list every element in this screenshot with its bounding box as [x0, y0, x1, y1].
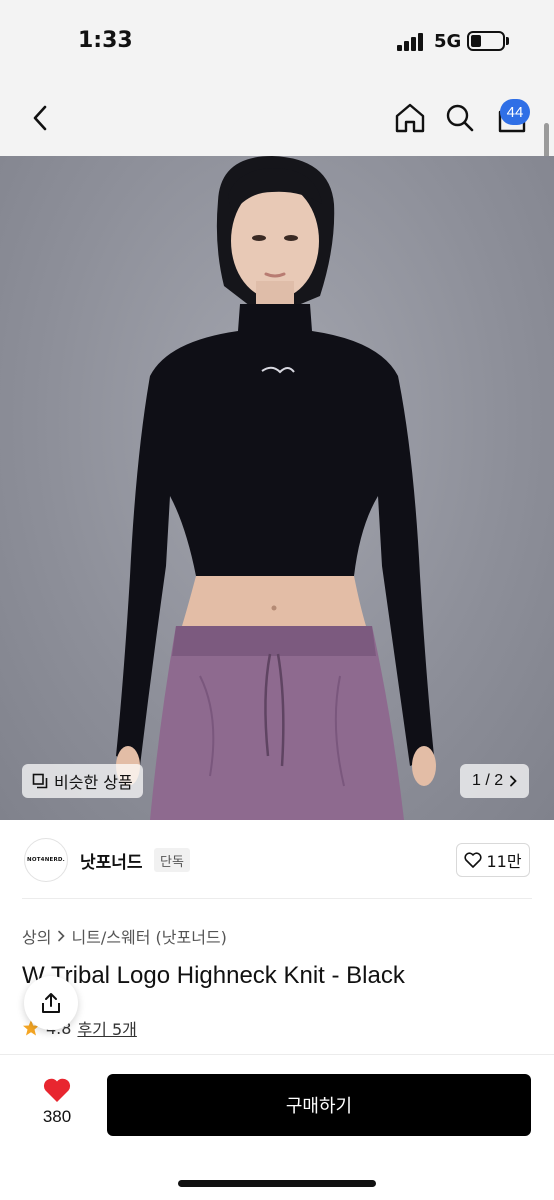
brand-like-button[interactable]: 11만	[456, 843, 530, 877]
wishlist-count: 380	[42, 1107, 72, 1126]
buy-button[interactable]: 구매하기	[107, 1074, 531, 1136]
bottom-action-bar: 380 구매하기	[0, 1054, 554, 1200]
product-title: W Tribal Logo Highneck Knit - Black	[22, 962, 405, 989]
heart-filled-icon	[43, 1078, 71, 1102]
status-bar: 1:33 5G	[0, 0, 554, 80]
cart-count-badge: 44	[500, 99, 530, 125]
product-image[interactable]: 비슷한 상품 1 / 2	[0, 156, 554, 820]
divider	[22, 898, 532, 899]
brand-like-count: 11만	[486, 852, 522, 871]
signal-icon	[397, 33, 425, 51]
nav-bar	[0, 80, 554, 156]
home-icon	[395, 103, 425, 133]
search-button[interactable]	[440, 98, 480, 138]
reviews-link[interactable]: 후기 5개	[77, 1016, 136, 1040]
copy-icon	[32, 773, 48, 789]
similar-products-label: 비슷한 상품	[54, 773, 133, 792]
chevron-right-icon	[510, 775, 517, 787]
search-icon	[446, 104, 474, 132]
image-page-indicator[interactable]: 1 / 2	[460, 764, 530, 798]
network-label: 5G	[434, 31, 462, 52]
brand-logo-text: NOT4NERD.	[27, 857, 65, 863]
brand-logo[interactable]: NOT4NERD.	[24, 838, 68, 882]
breadcrumb-subcategory[interactable]: 니트/스웨터 (낫포너드)	[71, 924, 226, 948]
share-button[interactable]	[24, 976, 78, 1030]
status-time: 1:33	[78, 28, 133, 53]
chevron-left-icon	[33, 105, 47, 131]
heart-outline-icon	[464, 852, 482, 868]
battery-tip	[506, 37, 509, 45]
exclusive-badge: 단독	[154, 848, 190, 872]
breadcrumb: 상의 니트/스웨터 (낫포너드)	[22, 924, 227, 948]
share-icon	[42, 993, 60, 1013]
chevron-right-icon	[58, 930, 66, 942]
breadcrumb-category[interactable]: 상의	[22, 924, 51, 948]
battery-icon	[467, 31, 505, 51]
page-indicator-text: 1 / 2	[472, 772, 504, 789]
similar-products-button[interactable]: 비슷한 상품	[22, 764, 143, 798]
home-indicator	[178, 1180, 376, 1187]
brand-name[interactable]: 낫포너드	[80, 848, 143, 873]
home-button[interactable]	[390, 98, 430, 138]
model-photo	[116, 156, 436, 820]
brand-row: NOT4NERD. 낫포너드 단독 11만	[0, 834, 554, 886]
wishlist-button[interactable]: 380	[30, 1077, 84, 1127]
back-button[interactable]	[20, 98, 60, 138]
